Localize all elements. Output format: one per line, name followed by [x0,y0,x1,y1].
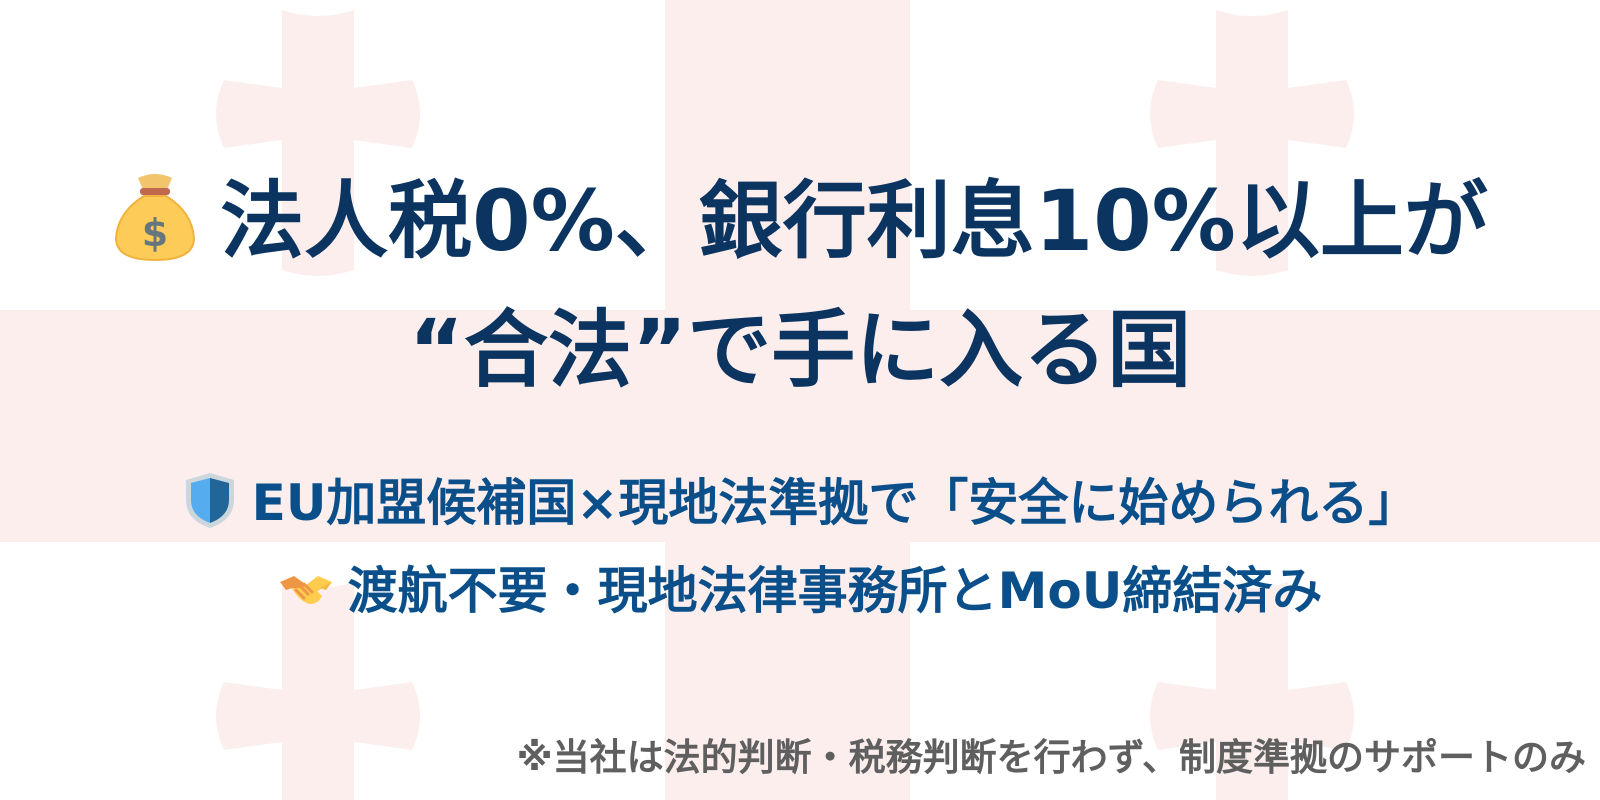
headline-line-1-text: 法人税0%、銀行利息10%以上が [220,172,1488,270]
shield-icon [182,470,238,530]
money-bag-icon: $ [112,168,198,264]
slide-content: $ 法人税0%、銀行利息10%以上が “合法”で手に入る国 EU加盟候補国×現地… [0,0,1600,800]
subpoint-eu-candidate-text: EU加盟候補国×現地法準拠で「安全に始められる」 [251,474,1419,532]
subpoint-eu-candidate: EU加盟候補国×現地法準拠で「安全に始められる」 [0,468,1600,538]
subpoint-no-travel: 渡航不要・現地法律事務所とMoU締結済み [0,556,1600,626]
headline-line-2: “合法”で手に入る国 [0,300,1600,400]
headline-line-2-text: “合法”で手に入る国 [408,301,1192,399]
subpoint-no-travel-text: 渡航不要・現地法律事務所とMoU締結済み [347,562,1323,620]
svg-text:$: $ [142,211,168,255]
headline-line-1: $ 法人税0%、銀行利息10%以上が [0,168,1600,271]
handshake-icon [278,558,334,618]
disclaimer-note: ※当社は法的判断・税務判断を行わず、制度準拠のサポートのみ [516,736,1586,779]
